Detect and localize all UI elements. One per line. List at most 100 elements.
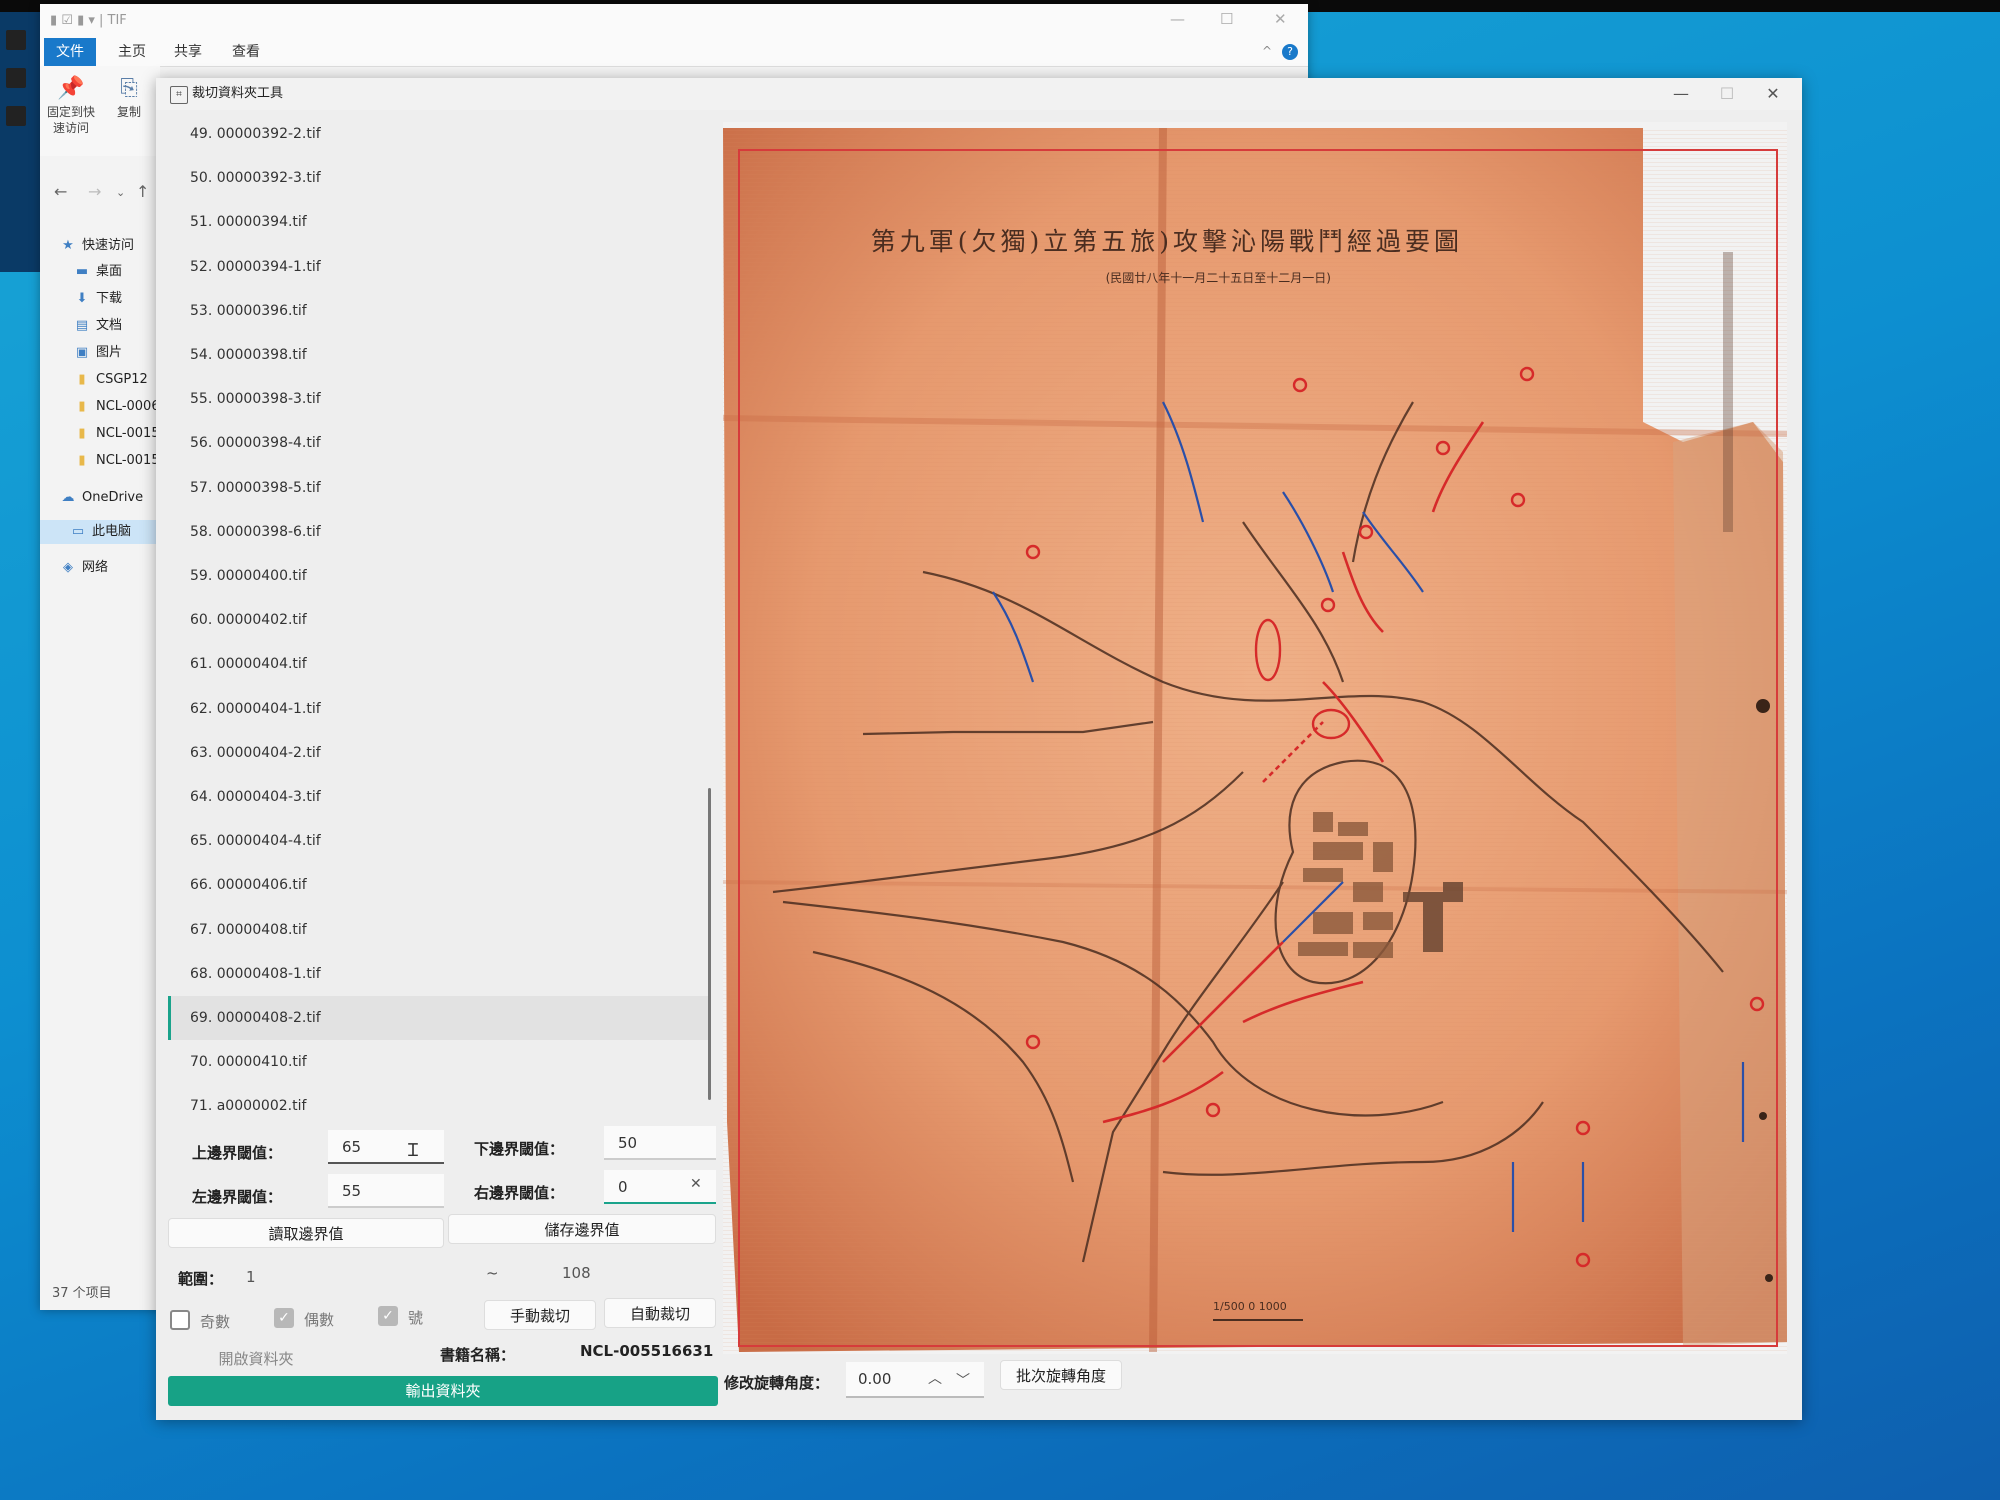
range-from-input[interactable]: 1	[246, 1268, 436, 1286]
item-count: 37 个项目	[52, 1286, 112, 1301]
tab-file[interactable]: 文件	[44, 38, 96, 66]
cloud-icon: ☁	[61, 490, 75, 505]
tab-share[interactable]: 共享	[162, 38, 214, 66]
maximize-icon[interactable]: ☐	[1220, 10, 1233, 28]
rotation-label: 修改旋轉角度：	[724, 1374, 830, 1392]
number-label: 號	[408, 1309, 424, 1327]
batch-rotate-button[interactable]: 批次旋轉角度	[1000, 1360, 1122, 1390]
tree-this-pc[interactable]: ▭ 此电脑	[40, 520, 160, 544]
tree-folder-ncl[interactable]: ▮ NCL-0015	[74, 422, 160, 446]
download-icon: ⬇	[76, 291, 88, 306]
file-list-item[interactable]: 49. 00000392-2.tif	[168, 112, 708, 156]
tree-quick-access[interactable]: ★ 快速访问	[60, 234, 160, 258]
explorer-nav-buttons: ← → ⌄ ↑	[40, 182, 160, 210]
forward-icon[interactable]: →	[88, 182, 101, 201]
desktop-icon[interactable]	[6, 68, 26, 88]
left-threshold-label: 左邊界閾值：	[192, 1188, 283, 1206]
even-checkbox[interactable]: ✓	[274, 1308, 294, 1328]
file-list-item[interactable]: 64. 00000404-3.tif	[168, 775, 708, 819]
ribbon-panel: 📌 固定到快 速访问 ⎘ 复制	[40, 66, 160, 156]
up-icon[interactable]: ↑	[136, 182, 149, 201]
file-list-item[interactable]: 65. 00000404-4.tif	[168, 819, 708, 863]
close-icon[interactable]: ✕	[1274, 10, 1287, 28]
auto-crop-button[interactable]: 自動裁切	[604, 1298, 716, 1328]
file-list-item[interactable]: 67. 00000408.tif	[168, 908, 708, 952]
even-label: 偶數	[304, 1311, 335, 1329]
file-list-item[interactable]: 59. 00000400.tif	[168, 554, 708, 598]
tree-folder-ncl[interactable]: ▮ NCL-0015	[74, 449, 160, 473]
file-list-item[interactable]: 68. 00000408-1.tif	[168, 952, 708, 996]
chevron-up-icon[interactable]: ︿	[928, 1368, 942, 1388]
manual-crop-button[interactable]: 手動裁切	[484, 1300, 596, 1330]
quick-access-toolbar: ▮ ☑ ▮ ▾ | TIF	[50, 13, 127, 28]
save-boundary-button[interactable]: 儲存邊界值	[448, 1214, 716, 1244]
file-list-item[interactable]: 52. 00000394-1.tif	[168, 245, 708, 289]
bottom-threshold-label: 下邊界閾值：	[474, 1140, 565, 1158]
tree-folder-ncl[interactable]: ▮ NCL-0006	[74, 395, 160, 419]
output-folder-button[interactable]: 輸出資料夾	[168, 1376, 718, 1406]
close-icon[interactable]: ✕	[1750, 78, 1796, 110]
image-preview-canvas[interactable]: 第九軍(欠獨)立第五旅)攻擊沁陽戰鬥經過要圖 (民國廿八年十一月二十五日至十二月…	[722, 122, 1788, 1354]
left-threshold-input[interactable]: 55	[328, 1174, 444, 1208]
tree-onedrive[interactable]: ☁ OneDrive	[60, 486, 160, 510]
back-icon[interactable]: ←	[54, 182, 67, 201]
file-list-item[interactable]: 63. 00000404-2.tif	[168, 731, 708, 775]
crop-app-icon: ⌗	[170, 86, 188, 104]
file-list-item[interactable]: 66. 00000406.tif	[168, 863, 708, 907]
tab-home[interactable]: 主页	[106, 38, 158, 66]
odd-checkbox[interactable]	[170, 1310, 190, 1330]
tree-network[interactable]: ◈ 网络	[60, 556, 160, 580]
range-to-input[interactable]: 108	[562, 1264, 712, 1282]
file-list-item[interactable]: 54. 00000398.tif	[168, 333, 708, 377]
picture-icon: ▣	[75, 345, 89, 360]
desktop-folder-icon: ▬	[75, 264, 89, 279]
file-list[interactable]: 49. 00000392-2.tif 50. 00000392-3.tif 51. …	[168, 110, 718, 1130]
file-list-item[interactable]: 55. 00000398-3.tif	[168, 377, 708, 421]
copy-label: 复制	[116, 105, 141, 119]
file-list-item[interactable]: 62. 00000404-1.tif	[168, 687, 708, 731]
bottom-threshold-input[interactable]: 50	[604, 1126, 716, 1160]
minimize-icon[interactable]: —	[1658, 78, 1704, 110]
top-threshold-label: 上邊界閾值：	[192, 1144, 283, 1162]
pin-quick-access-button[interactable]: 📌 固定到快 速访问	[46, 74, 96, 136]
copy-button[interactable]: ⎘ 复制	[104, 74, 154, 120]
maximize-icon[interactable]: ☐	[1704, 78, 1750, 110]
number-checkbox[interactable]: ✓	[378, 1306, 398, 1326]
file-list-item[interactable]: 51. 00000394.tif	[168, 200, 708, 244]
desktop-icon[interactable]	[6, 30, 26, 50]
file-list-scrollbar[interactable]	[708, 788, 711, 1100]
map-title: 第九軍(欠獨)立第五旅)攻擊沁陽戰鬥經過要圖	[871, 227, 1463, 256]
star-icon: ★	[62, 238, 74, 253]
odd-label: 奇數	[200, 1313, 231, 1331]
minimize-icon[interactable]: —	[1170, 10, 1185, 28]
file-list-item[interactable]: 61. 00000404.tif	[168, 642, 708, 686]
file-list-item[interactable]: 69. 00000408-2.tif	[168, 996, 708, 1040]
file-list-item[interactable]: 70. 00000410.tif	[168, 1040, 708, 1084]
text-cursor-icon: Ɪ	[408, 1140, 419, 1161]
range-separator: ~	[486, 1264, 499, 1282]
file-list-item[interactable]: 53. 00000396.tif	[168, 289, 708, 333]
book-name-value: NCL-005516631	[580, 1342, 714, 1360]
file-list-item[interactable]: 50. 00000392-3.tif	[168, 156, 708, 200]
help-icon[interactable]: ?	[1282, 44, 1298, 60]
file-list-item[interactable]: 60. 00000402.tif	[168, 598, 708, 642]
chevron-down-icon[interactable]: ﹀	[956, 1370, 970, 1390]
top-threshold-input[interactable]: 65	[328, 1130, 444, 1164]
scanned-map-image: 第九軍(欠獨)立第五旅)攻擊沁陽戰鬥經過要圖 (民國廿八年十一月二十五日至十二月…	[722, 127, 1788, 1353]
clear-input-icon[interactable]: ✕	[690, 1176, 702, 1192]
read-boundary-button[interactable]: 讀取邊界值	[168, 1218, 444, 1248]
desktop-icon[interactable]	[6, 106, 26, 126]
file-list-item[interactable]: 58. 00000398-6.tif	[168, 510, 708, 554]
file-list-item[interactable]: 57. 00000398-5.tif	[168, 466, 708, 510]
folder-icon: ▮	[78, 399, 86, 414]
open-folder-button[interactable]: 開啟資料夾	[176, 1348, 336, 1369]
rotation-spinbox[interactable]: 0.00 ︿ ﹀	[846, 1362, 984, 1398]
file-list-item[interactable]: 71. a0000002.tif	[168, 1084, 708, 1128]
tab-view[interactable]: 查看	[220, 38, 272, 66]
ribbon-collapse-icon[interactable]: ^	[1262, 44, 1272, 58]
explorer-titlebar: ▮ ☑ ▮ ▾ | TIF — ☐ ✕	[40, 4, 1308, 38]
map-scale-text: 1/500 0 1000	[1213, 1300, 1287, 1313]
copy-icon: ⎘	[120, 76, 138, 101]
recent-dropdown-icon[interactable]: ⌄	[116, 186, 125, 199]
file-list-item[interactable]: 56. 00000398-4.tif	[168, 421, 708, 465]
